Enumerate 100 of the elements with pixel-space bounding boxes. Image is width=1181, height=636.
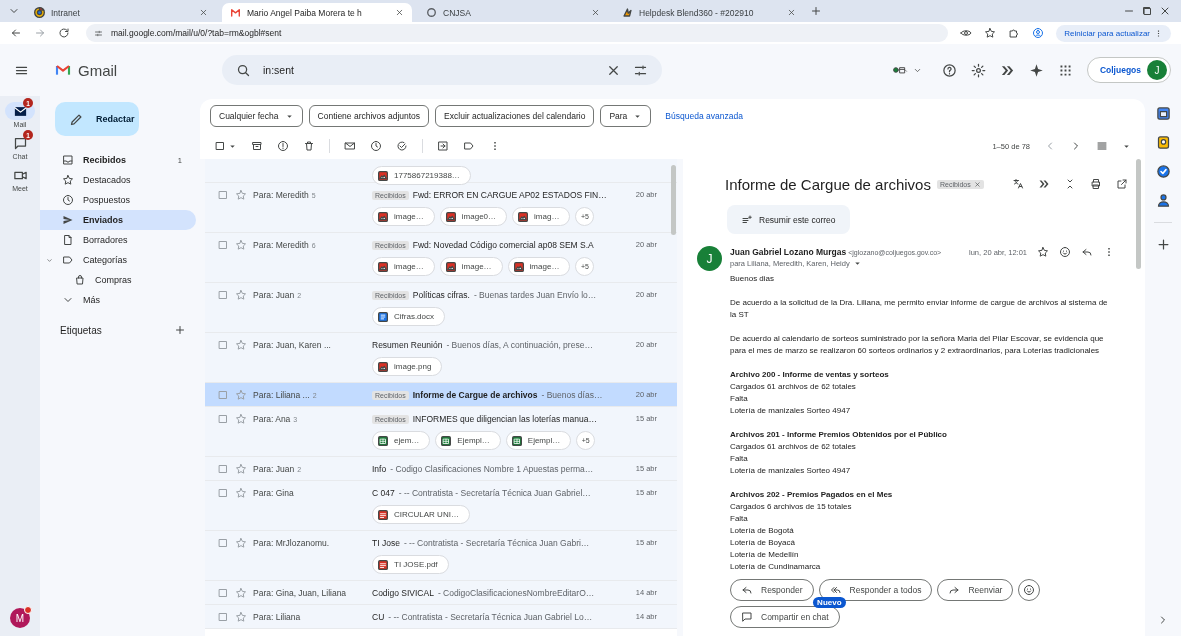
- scrollbar-thumb[interactable]: [671, 165, 676, 235]
- checkbox[interactable]: [217, 537, 229, 549]
- close-icon[interactable]: [591, 8, 600, 17]
- attachment-chip[interactable]: CIRCULAR UNI…: [372, 505, 470, 524]
- attachment-chip[interactable]: image0…: [439, 207, 508, 226]
- note-icon[interactable]: [1155, 135, 1171, 150]
- attachment-chip[interactable]: ejem…: [372, 431, 431, 450]
- compose-button[interactable]: Redactar: [55, 102, 139, 136]
- attachment-chip[interactable]: Cifras.docx: [372, 307, 445, 326]
- star-icon[interactable]: [235, 611, 247, 623]
- mail-icon[interactable]: [344, 140, 356, 152]
- checkbox[interactable]: [217, 587, 229, 599]
- star-icon[interactable]: [1037, 246, 1049, 258]
- attachment-chip[interactable]: Ejempl…: [435, 431, 501, 450]
- bookmark-star-icon[interactable]: [984, 27, 997, 39]
- star-icon[interactable]: [235, 413, 247, 425]
- update-button[interactable]: Reiniciar para actualizar: [1056, 24, 1171, 42]
- summarize-button[interactable]: Resumir este correo: [727, 205, 850, 234]
- nav-item[interactable]: Pospuestos: [40, 190, 196, 210]
- star-icon[interactable]: [235, 587, 247, 599]
- search-field[interactable]: in:sent: [222, 55, 662, 85]
- attachment-chip[interactable]: image…: [439, 257, 503, 276]
- emoji-icon[interactable]: [1059, 246, 1071, 258]
- reply-all-button[interactable]: Responder a todos: [818, 579, 933, 601]
- reload-icon[interactable]: [58, 27, 70, 39]
- person-icon[interactable]: [1155, 193, 1171, 208]
- calendar-icon[interactable]: [1155, 106, 1171, 121]
- star-icon[interactable]: [235, 239, 247, 251]
- reply-icon[interactable]: [1081, 246, 1093, 258]
- nav-item[interactable]: Borradores: [40, 230, 196, 250]
- account-button[interactable]: Coljuegos J: [1086, 57, 1171, 83]
- checkbox[interactable]: [217, 463, 229, 475]
- nav-item[interactable]: Más: [40, 290, 196, 310]
- star-icon[interactable]: [235, 463, 247, 475]
- checkbox[interactable]: [217, 611, 229, 623]
- star-icon[interactable]: [235, 289, 247, 301]
- browser-tab[interactable]: Intranet: [26, 3, 216, 22]
- address-field[interactable]: mail.google.com/mail/u/0/?tab=rm&ogbl#sent: [86, 24, 949, 42]
- back-icon[interactable]: [10, 27, 22, 39]
- checkbox[interactable]: [217, 339, 229, 351]
- close-icon[interactable]: [199, 8, 208, 17]
- caret-icon[interactable]: [852, 259, 862, 268]
- checkbox[interactable]: [217, 239, 229, 251]
- nav-item[interactable]: Enviados: [40, 210, 196, 230]
- label-icon[interactable]: [463, 140, 475, 152]
- checkbox[interactable]: [217, 413, 229, 425]
- attachment-chip[interactable]: 1775867219388…: [372, 166, 471, 185]
- checkbox[interactable]: [217, 389, 229, 401]
- attachment-chip[interactable]: image…: [507, 257, 571, 276]
- search-icon[interactable]: [236, 62, 251, 78]
- message-row[interactable]: 1775867219388…: [205, 159, 677, 183]
- browser-tab[interactable]: Mario Angel Paiba Morera te h: [222, 3, 412, 22]
- print-icon[interactable]: [1089, 178, 1102, 190]
- browser-tab[interactable]: Helpdesk Blend360 - #202910: [614, 3, 804, 22]
- avatar[interactable]: M: [10, 608, 30, 628]
- attachment-chip[interactable]: image…: [372, 257, 435, 276]
- trash-icon[interactable]: [303, 140, 315, 152]
- restore-icon[interactable]: [1141, 5, 1153, 17]
- clock-icon[interactable]: [370, 140, 382, 152]
- reply-button[interactable]: Responder: [730, 579, 814, 601]
- move-icon[interactable]: [437, 140, 449, 152]
- checkbox[interactable]: [217, 289, 229, 301]
- translate-icon[interactable]: [1011, 178, 1024, 190]
- task-check-icon[interactable]: [1155, 164, 1171, 179]
- nav-item[interactable]: Destacados: [40, 170, 196, 190]
- filter-chip[interactable]: Para: [600, 105, 652, 127]
- filter-chip[interactable]: Cualquier fecha: [210, 105, 303, 127]
- attachment-chip[interactable]: image…: [372, 207, 435, 226]
- close-icon[interactable]: [787, 8, 796, 17]
- double-chevron-icon[interactable]: [1037, 178, 1050, 190]
- site-info-icon[interactable]: [94, 28, 103, 38]
- forward-button[interactable]: Reenviar: [937, 579, 1014, 601]
- share-in-chat-button[interactable]: Compartir en chat: [730, 606, 840, 628]
- scrollbar-thumb[interactable]: [1136, 159, 1141, 269]
- nav-item[interactable]: Categorías: [40, 250, 196, 270]
- emoji-button[interactable]: [1018, 579, 1041, 601]
- view-icon[interactable]: [1096, 140, 1108, 152]
- profile-icon[interactable]: [1032, 27, 1045, 39]
- help-icon[interactable]: [941, 62, 957, 78]
- attachment-chip[interactable]: TI JOSE.pdf: [372, 555, 449, 574]
- star-icon[interactable]: [235, 339, 247, 351]
- extensions-icon[interactable]: [1008, 27, 1021, 39]
- plus-icon[interactable]: [1155, 237, 1171, 252]
- browser-tab[interactable]: CNJSA: [418, 3, 608, 22]
- filter-chip[interactable]: Excluir actualizaciones del calendario: [435, 105, 595, 127]
- close-icon[interactable]: [1159, 5, 1171, 17]
- close-icon[interactable]: [395, 8, 404, 17]
- new-tab-icon[interactable]: [810, 5, 822, 17]
- star-icon[interactable]: [235, 389, 247, 401]
- checkbox[interactable]: [214, 140, 226, 152]
- eye-icon[interactable]: [960, 27, 973, 39]
- sparkle-icon[interactable]: [1028, 62, 1044, 78]
- attachment-chip[interactable]: Ejempl…: [505, 431, 572, 450]
- star-icon[interactable]: [235, 487, 247, 499]
- star-icon[interactable]: [235, 189, 247, 201]
- report-icon[interactable]: [277, 140, 289, 152]
- checkbox[interactable]: [217, 189, 229, 201]
- nav-item[interactable]: Compras: [40, 270, 196, 290]
- attachment-chip[interactable]: imag…: [512, 207, 571, 226]
- settings-icon[interactable]: [970, 62, 986, 78]
